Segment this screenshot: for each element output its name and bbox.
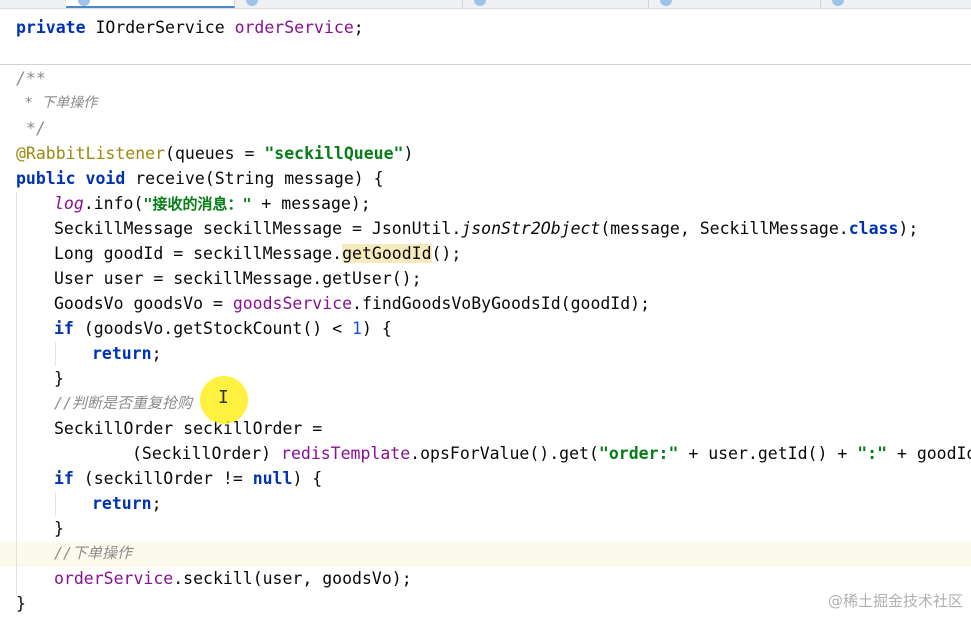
code-line-javadoc-close: */ <box>16 119 46 138</box>
code-line-seckill-order: SeckillOrder seckillOrder = <box>54 419 323 438</box>
code-line-log: log.info("接收的消息：" + message); <box>54 194 371 213</box>
code-line-return: return; <box>92 494 162 513</box>
indent-guide <box>16 192 17 596</box>
code-line-close-method: } <box>16 594 26 613</box>
text-cursor-icon: I <box>218 387 229 408</box>
code-line-if-stock: if (goodsVo.getStockCount() < 1) { <box>54 319 392 338</box>
code-line-javadoc-text: * 下单操作 <box>16 95 98 111</box>
code-editor[interactable]: private IOrderService orderService; /** … <box>0 0 971 617</box>
code-line-close-brace: } <box>54 369 64 388</box>
usage-highlight: getGoodId <box>342 244 432 263</box>
caret-line-highlight <box>0 542 971 567</box>
code-line-seckill-call: orderService.seckill(user, goodsVo); <box>54 569 412 588</box>
code-line-goods-vo: GoodsVo goodsVo = goodsService.findGoods… <box>54 294 651 313</box>
indent-guide <box>55 492 56 516</box>
code-line-good-id: Long goodId = seckillMessage.getGoodId()… <box>54 244 462 263</box>
code-line-close-brace: } <box>54 519 64 538</box>
code-line-if-null: if (seckillOrder != null) { <box>54 469 323 488</box>
code-line-javadoc-open: /** <box>16 69 46 88</box>
indent-guide <box>55 342 56 366</box>
method-separator <box>0 64 971 65</box>
code-line-comment-order: //下单操作 <box>54 544 133 562</box>
code-line-comment-duplicate: //判断是否重复抢购 <box>54 394 193 412</box>
watermark: @稀土掘金技术社区 <box>827 592 963 610</box>
code-line-signature: public void receive(String message) { <box>16 169 384 188</box>
code-line-return: return; <box>92 344 162 363</box>
code-line-field: private IOrderService orderService; <box>16 18 364 37</box>
code-line-redis-get: (SeckillOrder) redisTemplate.opsForValue… <box>132 444 971 463</box>
code-line-seckill-message: SeckillMessage seckillMessage = JsonUtil… <box>54 219 919 238</box>
code-line-annotation: @RabbitListener(queues = "seckillQueue") <box>16 144 414 163</box>
code-line-user: User user = seckillMessage.getUser(); <box>54 269 422 288</box>
